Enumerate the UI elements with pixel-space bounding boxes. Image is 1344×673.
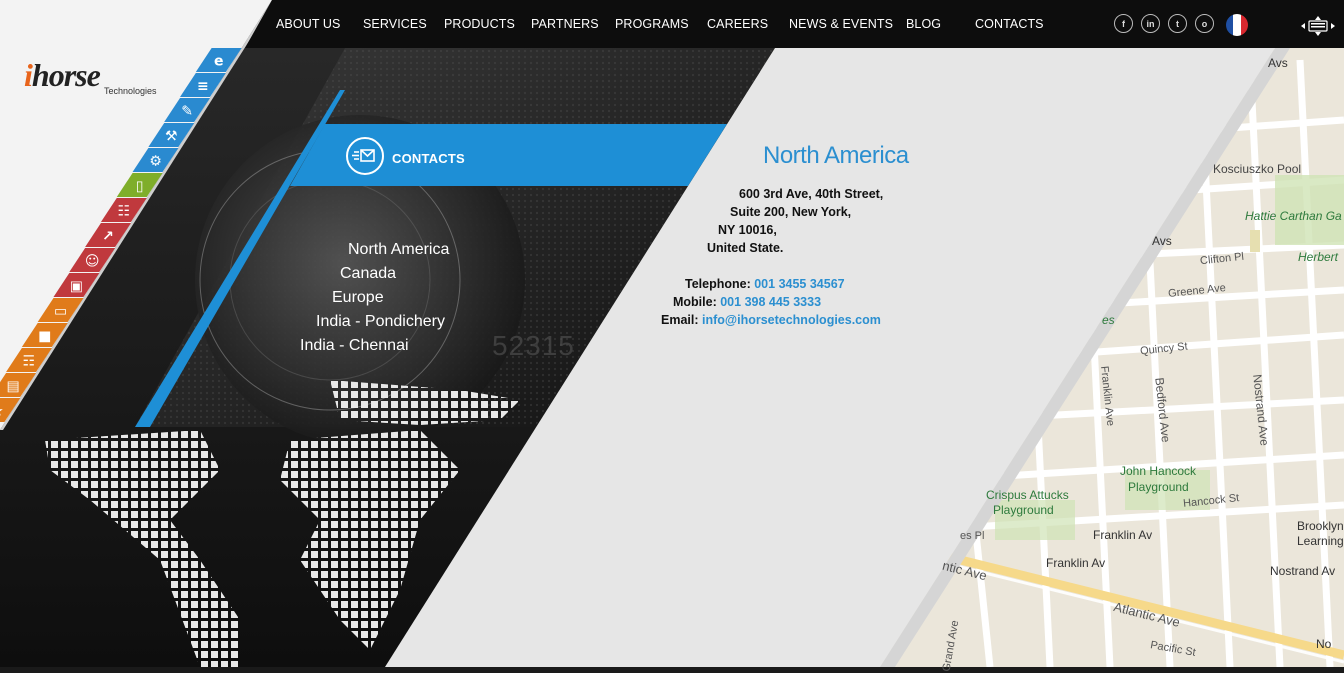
region-north-america[interactable]: North America xyxy=(348,241,449,259)
map-label: Franklin Av xyxy=(1046,556,1106,570)
internet-explorer-icon: e xyxy=(214,54,224,70)
nav-contacts[interactable]: CONTACTS xyxy=(975,17,1044,35)
mobile-row: Mobile: 001 398 445 3333 xyxy=(673,295,821,309)
side-menu-cube-item[interactable]: ■ xyxy=(21,323,68,347)
region-india-pondichery[interactable]: India - Pondichery xyxy=(316,313,445,331)
keyboard-navigation-icon[interactable] xyxy=(1300,15,1336,37)
nav-blog[interactable]: BLOG xyxy=(906,17,941,35)
contacts-heading: CONTACTS xyxy=(392,151,465,166)
gear-check-icon: ⚙ xyxy=(149,154,162,170)
nav-news-events[interactable]: NEWS & EVENTS xyxy=(789,17,893,35)
side-menu-handshake-item[interactable]: ↗ xyxy=(85,223,131,247)
address-line-4: United State. xyxy=(707,241,784,255)
telephone-label: Telephone: xyxy=(685,277,751,291)
address-line-2: Suite 200, New York, xyxy=(730,205,852,219)
list-icon: ≡ xyxy=(197,79,209,95)
map-label: Brooklyn xyxy=(1297,519,1344,533)
camera-icon: ▣ xyxy=(70,279,83,295)
side-menu-presentation-item[interactable]: ▭ xyxy=(37,298,84,322)
side-menu-pencil-ruler-item[interactable]: ✎ xyxy=(164,98,211,122)
presentation-icon: ▭ xyxy=(54,304,67,320)
projector-icon: ▤ xyxy=(7,379,20,395)
map-label: es Pl xyxy=(960,530,985,542)
facebook-icon[interactable]: f xyxy=(1114,14,1133,33)
map-label: Kosciuszko Pool xyxy=(1213,162,1302,176)
map-label: Learning xyxy=(1297,534,1344,548)
telephone-value[interactable]: 001 3455 34567 xyxy=(754,277,844,291)
pencil-ruler-icon: ✎ xyxy=(181,104,193,120)
map-label: Playground xyxy=(993,503,1054,517)
nav-careers[interactable]: CAREERS xyxy=(707,17,768,35)
address-line-3: NY 10016, xyxy=(718,223,777,237)
map-label: Nostrand Av xyxy=(1270,564,1336,578)
side-icon-menu: e ≡✎⚒⚙ ▯ ☷↗☺▣▭■☶▤★ xyxy=(0,48,242,422)
map-label: Franklin Av xyxy=(1093,528,1153,542)
handshake-icon: ↗ xyxy=(102,229,114,245)
email-label: Email: xyxy=(661,313,699,327)
side-menu-tools-item[interactable]: ⚒ xyxy=(148,123,195,147)
france-flag-icon[interactable] xyxy=(1226,14,1248,36)
cube-icon: ■ xyxy=(38,329,51,345)
nav-programs[interactable]: PROGRAMS xyxy=(615,17,689,35)
address-line-1: 600 3rd Ave, 40th Street, xyxy=(739,187,884,201)
nav-partners[interactable]: PARTNERS xyxy=(531,17,599,35)
mobile-label: Mobile: xyxy=(673,295,717,309)
side-menu-sitemap-item[interactable]: ☷ xyxy=(100,198,147,222)
robot-icon: ☺ xyxy=(85,254,100,270)
instagram-icon[interactable]: o xyxy=(1195,14,1214,33)
linkedin-icon[interactable]: in xyxy=(1141,14,1160,33)
map-label: Avs xyxy=(1152,234,1172,248)
map-label: Playground xyxy=(1128,480,1189,494)
side-menu-network-item[interactable]: ☶ xyxy=(6,348,52,372)
mail-icon xyxy=(346,137,384,175)
map-label: John Hancock xyxy=(1120,464,1197,478)
map-label: Herbert xyxy=(1298,250,1339,264)
nav-services[interactable]: SERVICES xyxy=(363,17,427,35)
runner-icon: ★ xyxy=(0,404,4,420)
side-menu-list-item[interactable]: ≡ xyxy=(180,73,226,97)
region-europe[interactable]: Europe xyxy=(332,289,384,307)
background-number: 52315 xyxy=(492,330,575,361)
map-label: Avs xyxy=(1268,56,1288,70)
top-navigation: ABOUT US SERVICES PRODUCTS PARTNERS PROG… xyxy=(0,0,1344,48)
side-menu-gear-check-item[interactable]: ⚙ xyxy=(132,148,179,172)
mobile-value[interactable]: 001 398 445 3333 xyxy=(720,295,821,309)
mobile-icon: ▯ xyxy=(136,179,144,195)
network-icon: ☶ xyxy=(23,354,36,370)
region-india-chennai[interactable]: India - Chennai xyxy=(300,337,409,355)
side-menu-projector-item[interactable]: ▤ xyxy=(0,373,37,397)
sitemap-icon: ☷ xyxy=(118,204,131,220)
tools-icon: ⚒ xyxy=(165,129,178,145)
twitter-icon[interactable]: t xyxy=(1168,14,1187,33)
side-menu-mobile-item[interactable]: ▯ xyxy=(116,173,163,197)
side-menu-camera-item[interactable]: ▣ xyxy=(53,273,100,297)
nav-about-us[interactable]: ABOUT US xyxy=(276,17,340,35)
side-menu-robot-item[interactable]: ☺ xyxy=(69,248,116,272)
email-link[interactable]: info@ihorsetechnologies.com xyxy=(702,313,881,327)
region-canada[interactable]: Canada xyxy=(340,265,396,283)
nav-products[interactable]: PRODUCTS xyxy=(444,17,515,35)
email-row: Email: info@ihorsetechnologies.com xyxy=(661,313,881,327)
telephone-row: Telephone: 001 3455 34567 xyxy=(685,277,845,291)
map-label: es xyxy=(1102,313,1115,327)
map-label: Hattie Carthan Ga xyxy=(1245,209,1342,223)
side-menu-runner-item[interactable]: ★ xyxy=(0,398,21,422)
map-label: Crispus Attucks xyxy=(986,488,1069,502)
side-menu-internet-explorer-item[interactable]: e xyxy=(195,48,242,72)
map-label: No xyxy=(1316,637,1332,651)
address-region-title: North America xyxy=(763,142,909,169)
